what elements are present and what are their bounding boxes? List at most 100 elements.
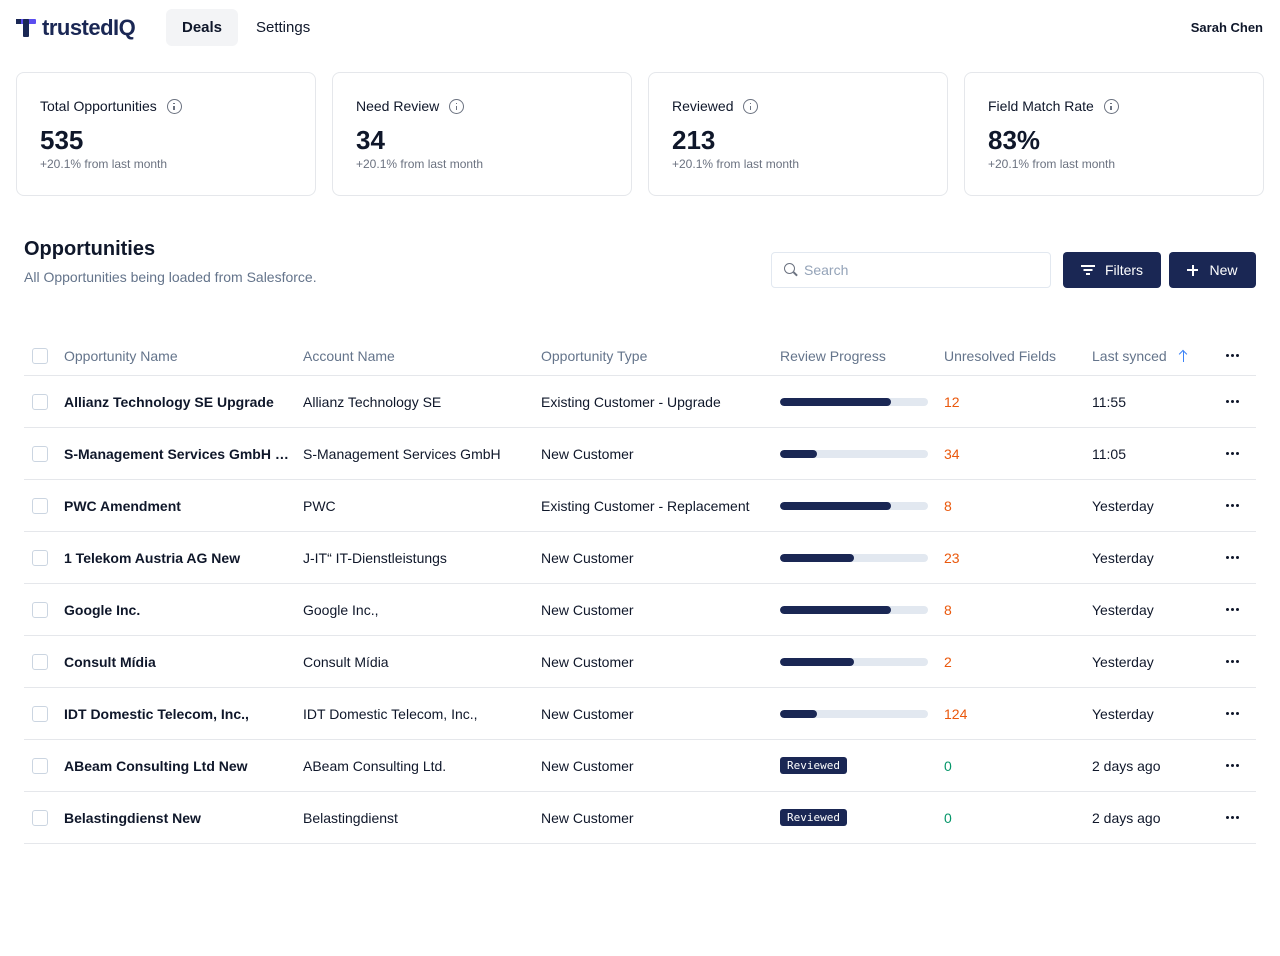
row-checkbox[interactable]: [32, 705, 48, 722]
trustediq-logo[interactable]: trustedIQ: [16, 14, 136, 42]
tab-settings[interactable]: Settings: [240, 9, 326, 46]
review-progress-bar: [780, 501, 928, 510]
stat-title: Need Review: [356, 98, 440, 114]
page-title: Opportunities: [24, 238, 156, 260]
stat-card-need-review: Need Review 34 +20.1% from last month: [332, 72, 632, 196]
row-checkbox[interactable]: [32, 809, 48, 826]
review-progress-fill: [780, 553, 854, 562]
account-name: IDT Domestic Telecom, Inc.,: [303, 705, 478, 722]
row-actions-button[interactable]: [1220, 480, 1244, 531]
search-icon: [784, 263, 798, 277]
filters-button[interactable]: Filters: [1063, 252, 1161, 288]
new-button[interactable]: New: [1169, 252, 1256, 288]
user-menu[interactable]: Sarah Chen: [1191, 20, 1263, 35]
last-synced: Yesterday: [1092, 653, 1154, 670]
review-progress-bar: [780, 605, 928, 614]
table-body: Allianz Technology SE Upgrade Allianz Tec…: [24, 376, 1256, 844]
table-row[interactable]: 1 Telekom Austria AG New J-IT“ IT-Dienstl…: [24, 532, 1256, 584]
row-actions-button[interactable]: [1220, 532, 1244, 583]
row-checkbox[interactable]: [32, 757, 48, 774]
more-horizontal-icon: [1225, 354, 1239, 357]
last-synced: Yesterday: [1092, 497, 1154, 514]
table-row[interactable]: Google Inc. Google Inc., New Customer 8 Yest…: [24, 584, 1256, 636]
filters-button-label: Filters: [1104, 262, 1144, 278]
stat-card-reviewed: Reviewed 213 +20.1% from last month: [648, 72, 948, 196]
opportunity-name[interactable]: Belastingdienst New: [64, 792, 290, 843]
opportunity-type: New Customer: [541, 705, 634, 722]
column-header-last-synced-label: Last synced: [1092, 347, 1167, 364]
unresolved-fields-count: 23: [944, 549, 960, 566]
column-options-button[interactable]: [1220, 336, 1244, 375]
top-nav: trustedIQ Deals Settings Sarah Chen: [0, 0, 1280, 56]
more-horizontal-icon: [1225, 452, 1239, 455]
last-synced: Yesterday: [1092, 705, 1154, 722]
row-actions-button[interactable]: [1220, 636, 1244, 687]
table-row[interactable]: Belastingdienst New Belastingdienst New Cu…: [24, 792, 1256, 844]
tab-deals[interactable]: Deals: [166, 9, 239, 46]
row-actions-button[interactable]: [1220, 428, 1244, 479]
row-actions-button[interactable]: [1220, 584, 1244, 635]
row-actions-button[interactable]: [1220, 376, 1244, 427]
more-horizontal-icon: [1225, 400, 1239, 403]
unresolved-fields-count: 0: [944, 757, 952, 774]
row-checkbox[interactable]: [32, 497, 48, 514]
logo-mark-icon: [16, 17, 38, 39]
review-progress-bar: [780, 397, 928, 406]
account-name: PWC: [303, 497, 336, 514]
review-progress-bar: [780, 449, 928, 458]
table-row[interactable]: Consult Mídia Consult Mídia New Customer 2 Y…: [24, 636, 1256, 688]
row-checkbox[interactable]: [32, 549, 48, 566]
review-progress-fill: [780, 657, 854, 666]
search-box[interactable]: [771, 252, 1051, 288]
more-horizontal-icon: [1225, 608, 1239, 611]
column-header-review-progress[interactable]: Review Progress: [780, 336, 940, 375]
plus-icon: [1187, 264, 1199, 276]
column-header-opportunity-name[interactable]: Opportunity Name: [64, 336, 290, 375]
row-checkbox[interactable]: [32, 393, 48, 410]
select-all-checkbox[interactable]: [32, 347, 48, 364]
opportunity-type: New Customer: [541, 549, 634, 566]
info-icon[interactable]: [743, 98, 759, 114]
more-horizontal-icon: [1225, 556, 1239, 559]
review-progress-bar: [780, 709, 928, 718]
table-row[interactable]: S-Management Services GmbH New S-Manageme…: [24, 428, 1256, 480]
stat-change: +20.1% from last month: [40, 157, 168, 171]
row-actions-button[interactable]: [1220, 688, 1244, 739]
opportunity-name[interactable]: 1 Telekom Austria AG New: [64, 532, 290, 583]
opportunity-type: Existing Customer - Upgrade: [541, 393, 721, 410]
row-actions-button[interactable]: [1220, 792, 1244, 843]
sort-ascending-icon[interactable]: [1178, 349, 1189, 362]
opportunity-name[interactable]: PWC Amendment: [64, 480, 290, 531]
opportunity-name[interactable]: ABeam Consulting Ltd New: [64, 740, 290, 791]
review-progress-fill: [780, 605, 891, 614]
column-header-account-name[interactable]: Account Name: [303, 336, 533, 375]
opportunity-type: New Customer: [541, 809, 634, 826]
stat-change: +20.1% from last month: [356, 157, 484, 171]
opportunity-name[interactable]: IDT Domestic Telecom, Inc.,: [64, 688, 290, 739]
table-row[interactable]: ABeam Consulting Ltd New ABeam Consulting…: [24, 740, 1256, 792]
reviewed-badge: Reviewed: [780, 809, 847, 826]
table-row[interactable]: Allianz Technology SE Upgrade Allianz Tec…: [24, 376, 1256, 428]
table-header: Opportunity Name Account Name Opportunit…: [24, 336, 1256, 376]
opportunity-name[interactable]: Allianz Technology SE Upgrade: [64, 376, 290, 427]
account-name: ABeam Consulting Ltd.: [303, 757, 447, 774]
row-checkbox[interactable]: [32, 601, 48, 618]
review-progress-fill: [780, 501, 891, 510]
info-icon[interactable]: [166, 98, 182, 114]
info-icon[interactable]: [449, 98, 465, 114]
opportunity-name[interactable]: Google Inc.: [64, 584, 290, 635]
table-row[interactable]: PWC Amendment PWC Existing Customer - Repl…: [24, 480, 1256, 532]
unresolved-fields-count: 0: [944, 809, 952, 826]
column-header-last-synced[interactable]: Last synced: [1092, 336, 1212, 375]
row-checkbox[interactable]: [32, 445, 48, 462]
table-row[interactable]: IDT Domestic Telecom, Inc., IDT Domestic …: [24, 688, 1256, 740]
opportunity-type: Existing Customer - Replacement: [541, 497, 750, 514]
opportunity-name[interactable]: Consult Mídia: [64, 636, 290, 687]
row-checkbox[interactable]: [32, 653, 48, 670]
search-input[interactable]: [804, 262, 1034, 278]
info-icon[interactable]: [1103, 98, 1119, 114]
column-header-unresolved-fields[interactable]: Unresolved Fields: [944, 336, 1084, 375]
opportunity-name[interactable]: S-Management Services GmbH New: [64, 428, 290, 479]
row-actions-button[interactable]: [1220, 740, 1244, 791]
column-header-opportunity-type[interactable]: Opportunity Type: [541, 336, 771, 375]
